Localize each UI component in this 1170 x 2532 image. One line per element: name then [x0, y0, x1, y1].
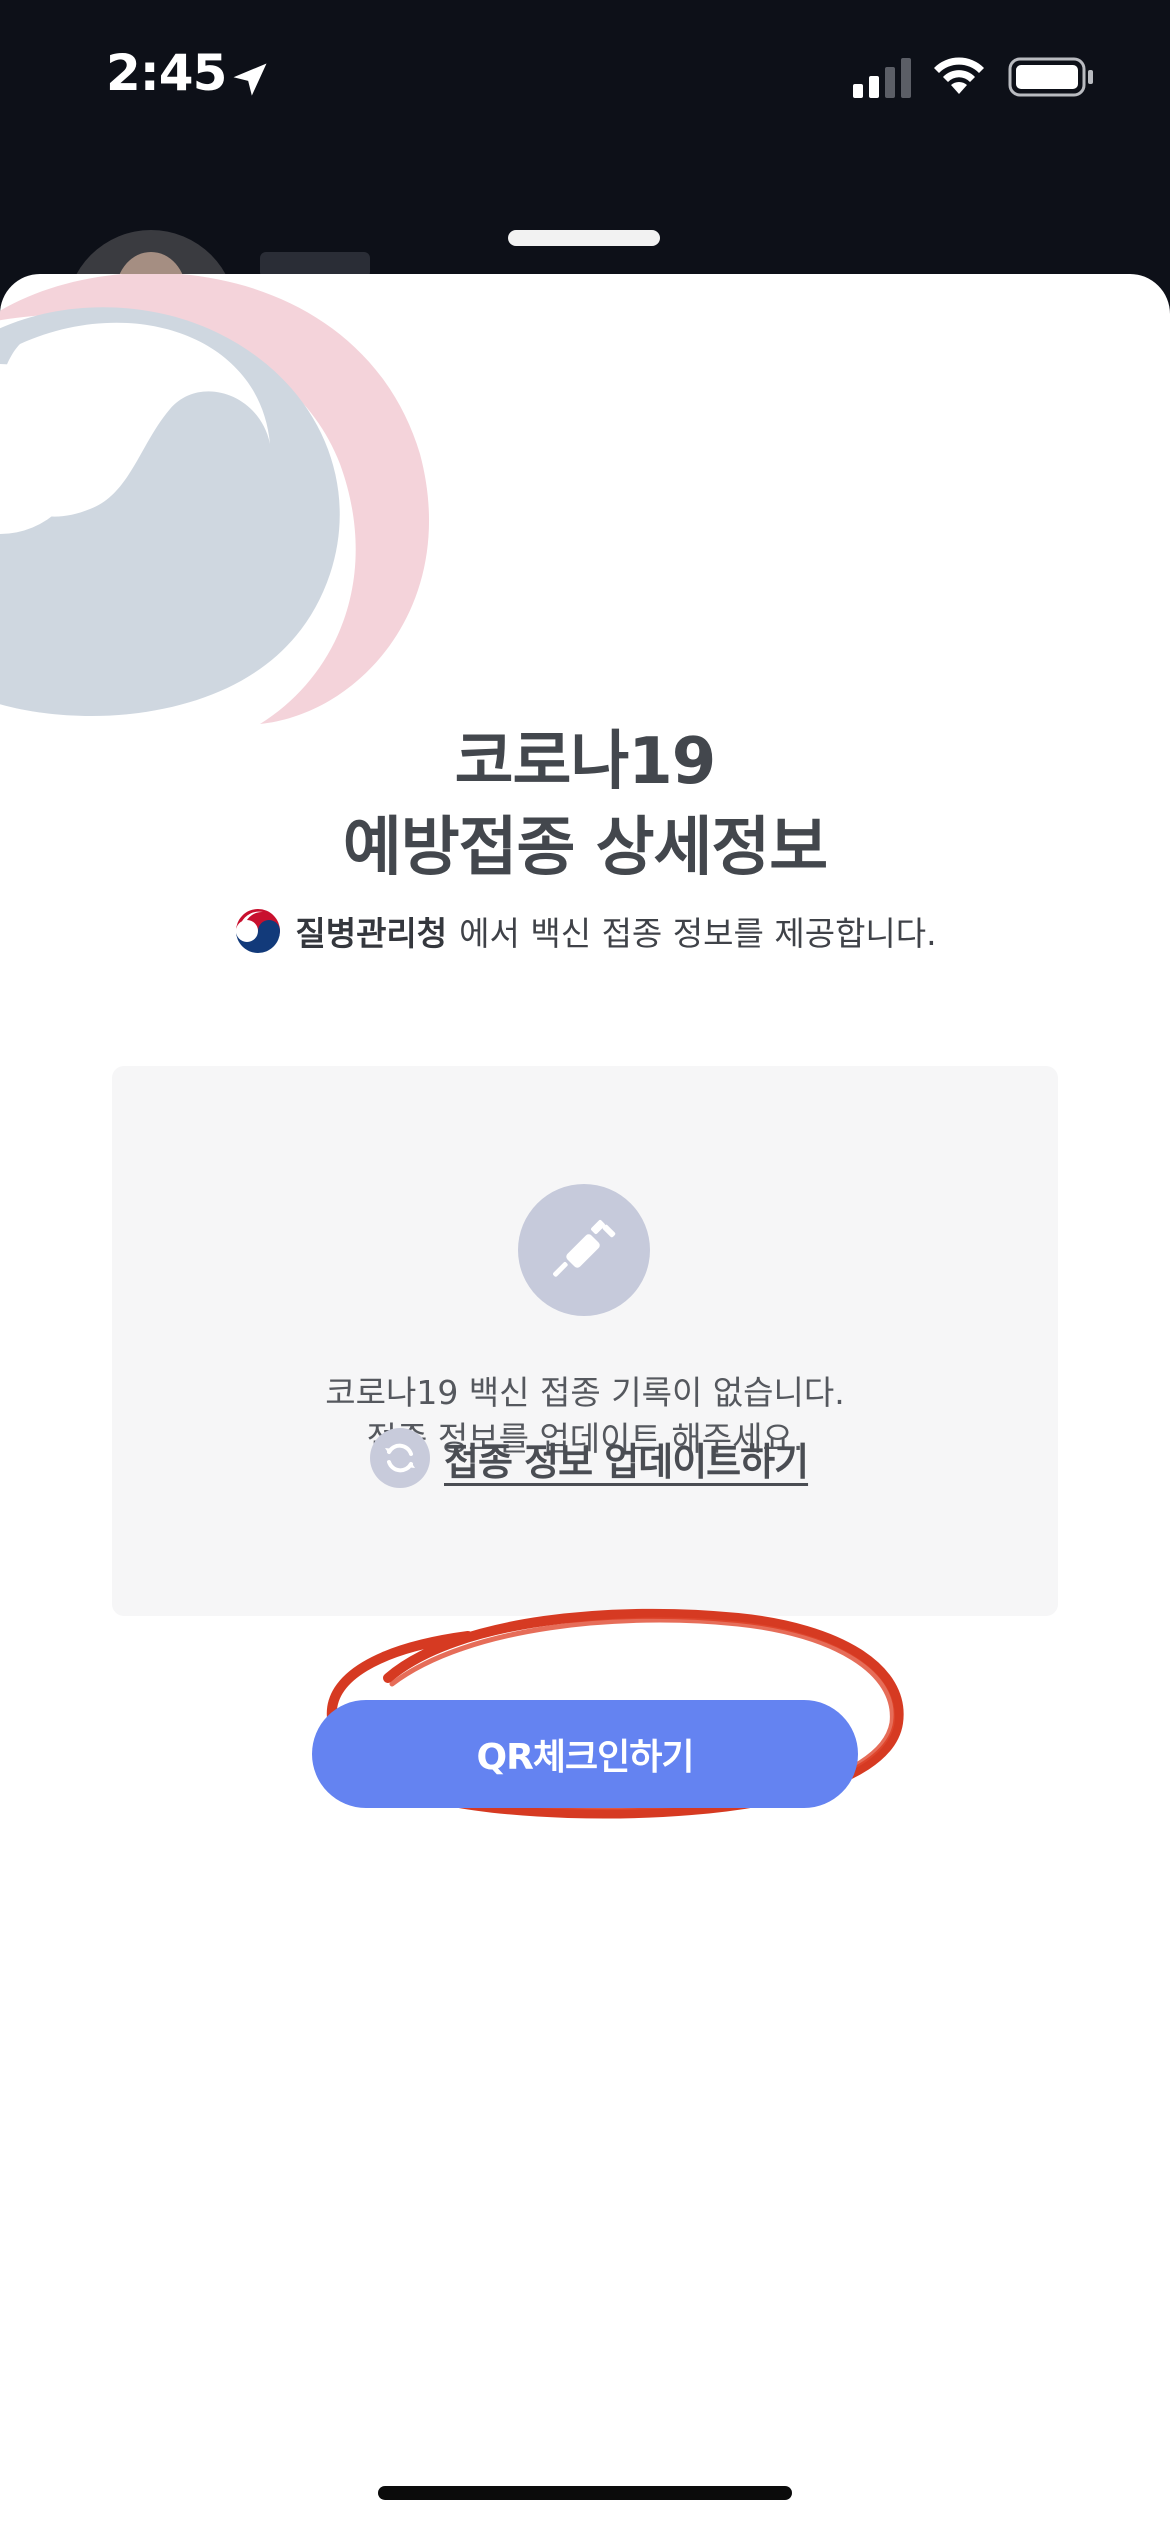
update-link-label[interactable]: 접종 정보 업데이트하기	[444, 1431, 809, 1486]
cellular-signal-icon	[853, 58, 911, 98]
update-vaccination-link[interactable]: 접종 정보 업데이트하기	[370, 1422, 809, 1494]
status-time: 2:45	[106, 44, 227, 102]
status-bar: 2:45	[0, 0, 1170, 160]
refresh-icon-badge	[370, 1428, 430, 1488]
refresh-icon	[385, 1443, 415, 1473]
vaccine-detail-sheet: 코로나19 예방접종 상세정보 질병관리청 에서 백신 접종 정보를 제공합니다…	[0, 274, 1170, 2532]
provider-name: 질병관리청	[295, 914, 448, 953]
battery-icon	[1008, 57, 1093, 97]
provider-description: 에서 백신 접종 정보를 제공합니다.	[459, 914, 937, 953]
vaccination-status-card: 코로나19 백신 접종 기록이 없습니다. 접종 정보를 업데이트 해주세요.	[112, 1066, 1058, 1616]
wifi-icon	[934, 57, 984, 94]
page-title-line-1: 코로나19	[454, 725, 717, 799]
korea-government-emblem-icon	[234, 907, 283, 955]
government-emblem-watermark-icon	[0, 274, 429, 724]
sheet-grabber-handle[interactable]	[508, 230, 660, 246]
qr-checkin-button[interactable]: QR체크인하기	[312, 1700, 858, 1808]
home-indicator[interactable]	[378, 2486, 792, 2500]
syringe-icon	[553, 1220, 616, 1277]
page-title-line-2: 예방접종 상세정보	[342, 811, 828, 885]
provider-info: 질병관리청 에서 백신 접종 정보를 제공합니다.	[0, 906, 1170, 966]
syringe-icon-badge	[518, 1184, 650, 1316]
location-arrow-icon	[233, 63, 267, 96]
no-record-message: 코로나19 백신 접종 기록이 없습니다.	[325, 1373, 845, 1412]
